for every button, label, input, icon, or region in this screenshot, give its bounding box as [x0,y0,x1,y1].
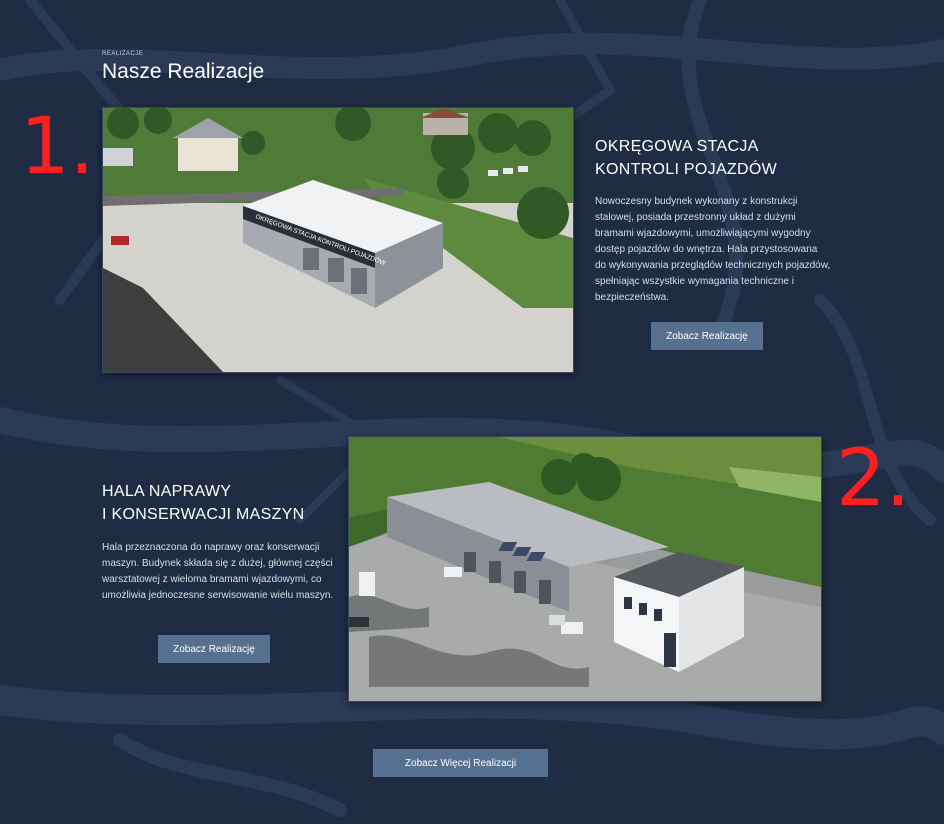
project-2-title-line2: I KONSERWACJI MASZYN [102,506,305,523]
project-2-view-button[interactable]: Zobacz Realizację [158,635,270,663]
section-title: Nasze Realizacje [102,60,265,83]
project-2-photo[interactable] [348,436,822,702]
project-2-title: HALA NAPRAWY I KONSERWACJI MASZYN [102,480,342,526]
project-1-description: Nowoczesny budynek wykonany z konstrukcj… [595,196,831,303]
annotation-marker-1: 1. [20,102,95,192]
annotation-marker-2: 2. [836,434,911,524]
project-1-title-line2: KONTROLI POJAZDÓW [595,161,777,178]
project-1-view-button[interactable]: Zobacz Realizację [651,322,763,350]
project-2-title-line1: HALA NAPRAWY [102,483,232,500]
project-1-title: OKRĘGOWA STACJA KONTROLI POJAZDÓW [595,135,825,181]
section-eyebrow: Realizacje [102,51,144,57]
project-1-photo[interactable]: OKRĘGOWA STACJA KONTROLI POJAZDÓW [102,107,574,373]
project-1-title-line1: OKRĘGOWA STACJA [595,138,759,155]
view-more-projects-button[interactable]: Zobacz Więcej Realizacji [373,749,548,777]
project-2-description: Hala przeznaczona do naprawy oraz konser… [102,542,334,601]
